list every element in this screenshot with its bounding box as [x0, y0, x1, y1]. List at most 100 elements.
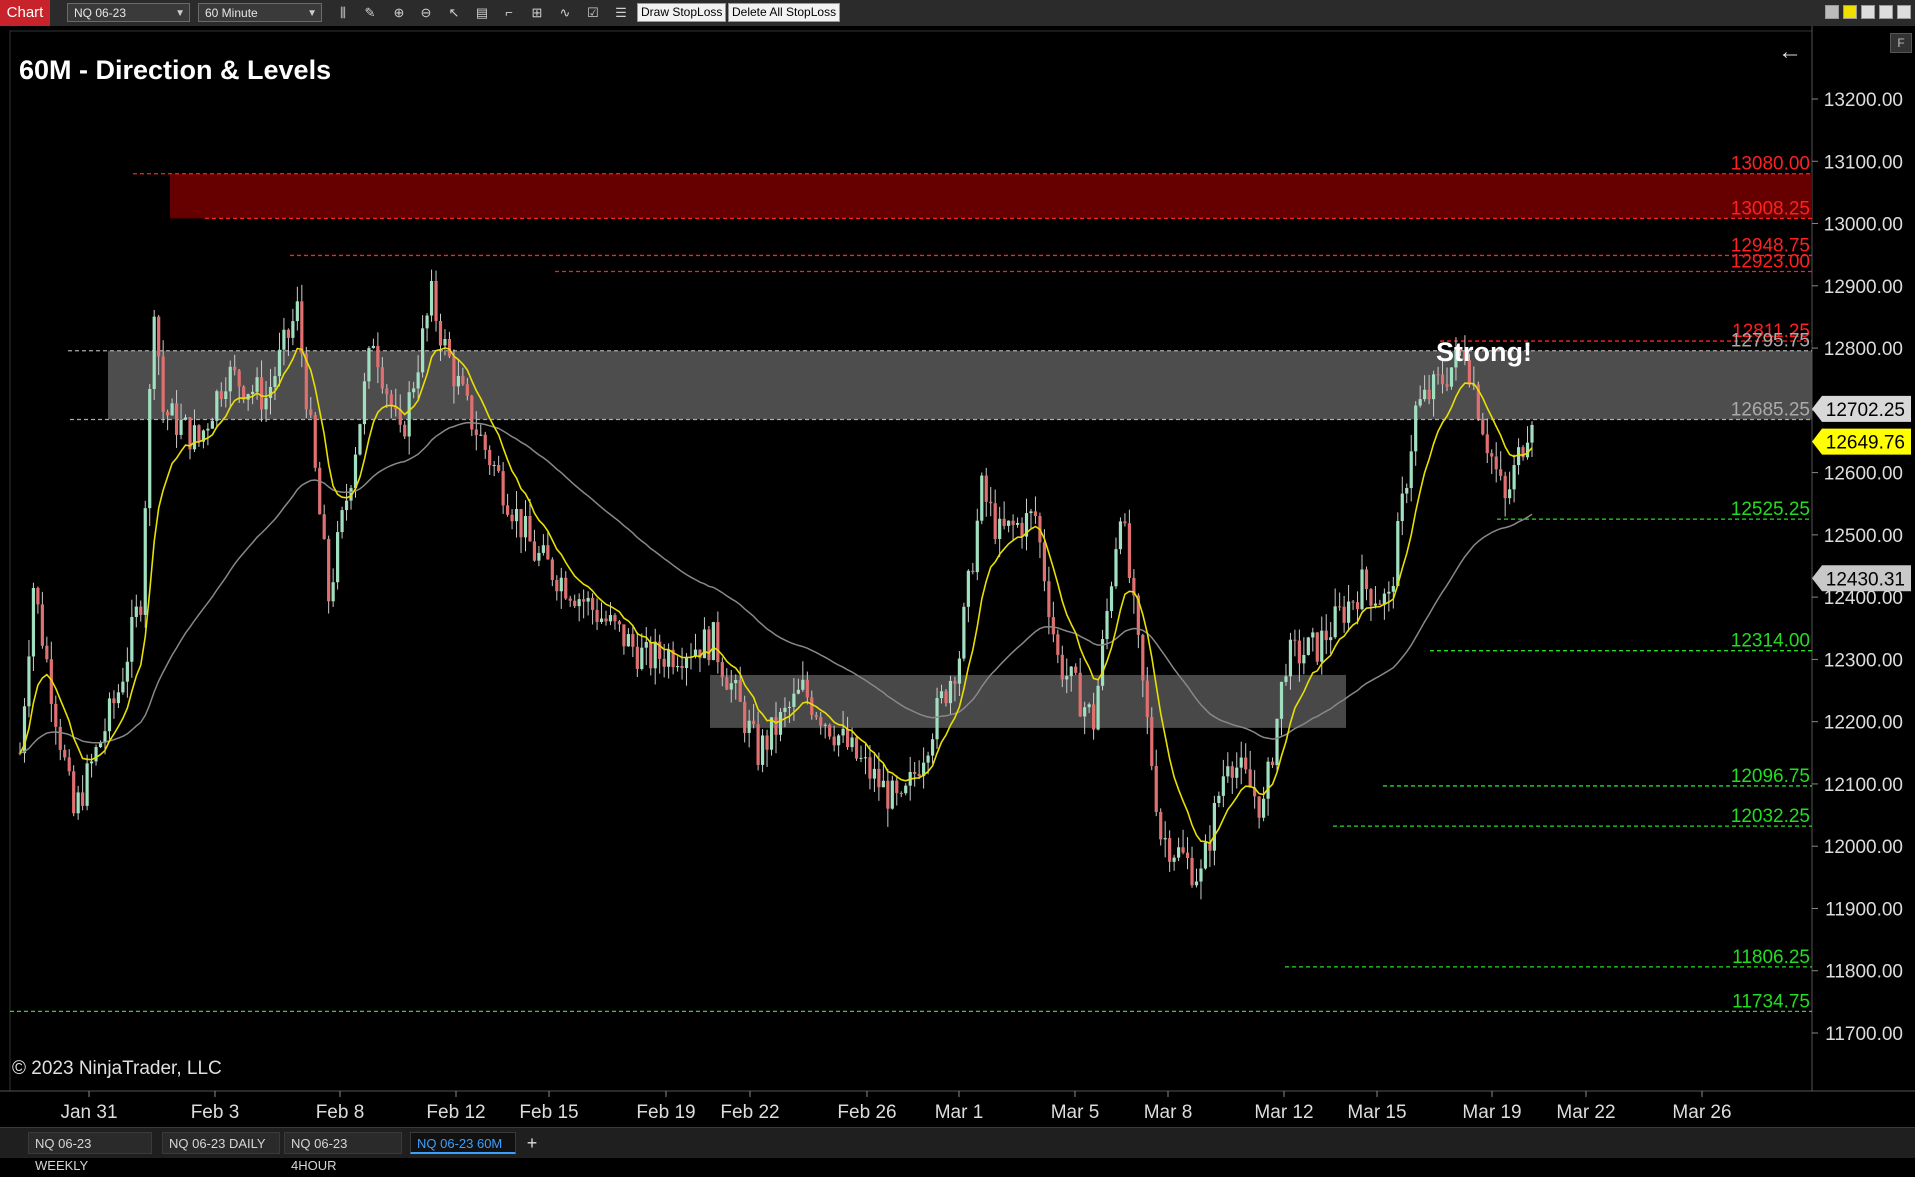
candle-body	[1105, 611, 1109, 640]
candle-body	[1266, 761, 1270, 799]
candle-body	[801, 679, 805, 690]
price-chart[interactable]: 13080.0013008.2512948.7512923.0012811.25…	[0, 26, 1915, 1127]
candle-body	[376, 345, 380, 368]
close-icon[interactable]	[1897, 5, 1911, 19]
candle-body	[720, 662, 724, 678]
candle-body	[1342, 606, 1346, 623]
candle-body	[886, 780, 890, 809]
minimize-icon[interactable]	[1861, 5, 1875, 19]
window-link-icon[interactable]	[1843, 5, 1857, 19]
candle-body	[157, 316, 161, 357]
candle-body	[1320, 630, 1324, 662]
candle-body	[1284, 676, 1288, 682]
pencil-icon[interactable]: ✎	[361, 4, 379, 22]
candle-body	[1387, 591, 1391, 594]
candle-body	[1445, 384, 1449, 387]
properties-icon[interactable]: ☑	[584, 4, 602, 22]
candle-body	[107, 698, 112, 732]
draw-stoploss-button[interactable]: Draw StopLoss	[637, 3, 727, 22]
candle-body	[1150, 717, 1154, 767]
candle-body	[1123, 521, 1127, 524]
level-label: 13080.00	[1731, 154, 1810, 175]
maximize-icon[interactable]	[1879, 5, 1893, 19]
level-label: 12685.25	[1731, 400, 1810, 421]
f-button[interactable]: F	[1890, 33, 1912, 53]
x-tick-label: Feb 12	[426, 1102, 485, 1123]
candle-body	[644, 641, 648, 648]
candle-body	[635, 646, 639, 669]
y-tick-label: 12000.00	[1824, 837, 1903, 858]
candle-body	[1427, 389, 1431, 400]
strategies-icon[interactable]: ⊞	[528, 4, 546, 22]
candle-body	[282, 329, 286, 350]
candle-body	[819, 717, 823, 726]
zoom-in-icon[interactable]: ⊕	[390, 4, 408, 22]
chart-tab[interactable]: Chart	[0, 0, 50, 26]
candle-body	[743, 701, 747, 733]
candle-body	[403, 424, 407, 437]
zoom-out-icon[interactable]: ⊖	[417, 4, 435, 22]
candle-body	[769, 717, 774, 750]
candle-body	[264, 397, 268, 410]
delete-stoploss-button[interactable]: Delete All StopLoss	[728, 3, 841, 22]
bar-style-icon[interactable]: ⫼	[334, 4, 352, 22]
candle-body	[814, 714, 818, 718]
candle-body	[470, 395, 474, 430]
candle-body	[662, 658, 666, 667]
candle-body	[863, 757, 868, 759]
cursor-icon[interactable]: ↖	[445, 4, 463, 22]
candle-body	[787, 706, 792, 708]
indicators-icon[interactable]: ∿	[556, 4, 574, 22]
candle-body	[1060, 654, 1064, 680]
instrument-selector[interactable]: NQ 06-23 ▼	[67, 3, 190, 22]
candle-body	[792, 693, 796, 707]
add-tab-icon[interactable]: +	[522, 1132, 542, 1154]
data-box-icon[interactable]: ▤	[473, 4, 491, 22]
candle-body	[854, 737, 859, 759]
candle-body	[174, 403, 179, 435]
candle-body	[711, 622, 715, 660]
candle-body	[550, 559, 554, 580]
window-tile-icon[interactable]	[1825, 5, 1839, 19]
candle-body	[667, 649, 671, 667]
candle-body	[425, 315, 429, 329]
zone-resistance	[170, 173, 1812, 219]
candle-body	[362, 381, 367, 425]
candle-body	[962, 606, 966, 659]
tab-weekly[interactable]: NQ 06-23 WEEKLY	[28, 1132, 152, 1173]
level-label: 12525.25	[1731, 499, 1810, 520]
tab-4hour[interactable]: NQ 06-23 4HOUR	[284, 1132, 402, 1173]
candle-body	[1141, 634, 1145, 681]
candle-body	[1185, 852, 1190, 859]
list-icon[interactable]: ☰	[612, 4, 630, 22]
candle-body	[1069, 666, 1073, 677]
candle-body	[371, 345, 375, 349]
candle-body	[344, 500, 349, 511]
candle-body	[336, 532, 340, 583]
y-tick-label: 12500.00	[1824, 526, 1903, 547]
candle-body	[514, 508, 519, 522]
candle-body	[845, 728, 850, 748]
candle-body	[948, 680, 953, 704]
candle-body	[810, 697, 814, 715]
candle-body	[1074, 666, 1078, 673]
back-arrow-icon[interactable]: ←	[1778, 38, 1802, 66]
candle-body	[1029, 511, 1033, 514]
candle-body	[438, 321, 443, 346]
candle-body	[684, 657, 689, 668]
candle-body	[385, 388, 389, 395]
candle-body	[210, 420, 214, 429]
candle-body	[1239, 757, 1243, 768]
candle-body	[582, 599, 586, 602]
drawing-tools-icon[interactable]: ⌐	[500, 4, 518, 22]
candle-body	[1065, 676, 1069, 680]
candle-body	[1145, 680, 1149, 718]
candle-body	[528, 515, 532, 542]
tab-60m[interactable]: NQ 06-23 60M	[410, 1132, 516, 1154]
candle-body	[653, 641, 657, 669]
candle-body	[895, 780, 899, 794]
candle-body	[702, 629, 707, 659]
tab-daily[interactable]: NQ 06-23 DAILY	[162, 1132, 280, 1154]
interval-selector[interactable]: 60 Minute ▼	[198, 3, 322, 22]
candle-body	[966, 570, 970, 607]
